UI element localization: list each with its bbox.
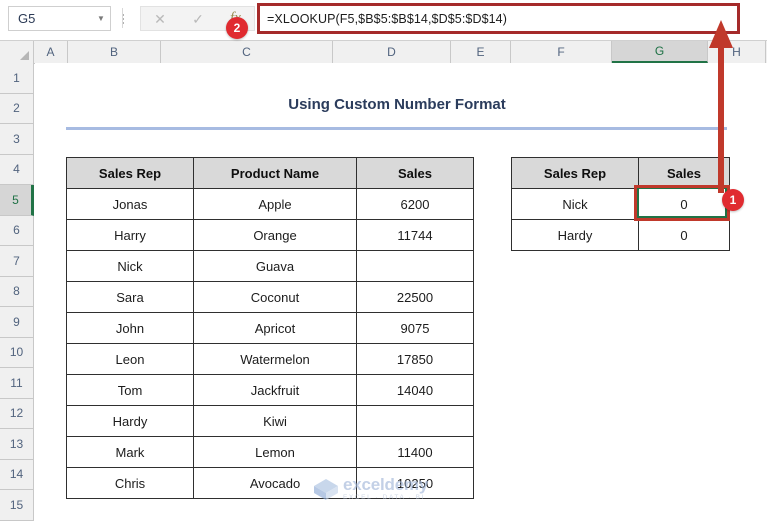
select-all-corner[interactable] — [0, 41, 34, 63]
column-header-f[interactable]: F — [511, 41, 612, 63]
table-header-row: Sales Rep Product Name Sales — [67, 158, 474, 189]
lookup-header-sales: Sales — [639, 158, 730, 189]
row-header-11[interactable]: 11 — [0, 368, 33, 399]
table-row[interactable]: Mark Lemon 11400 — [67, 437, 474, 468]
cell-product-name[interactable]: Guava — [194, 251, 357, 282]
row-header-3[interactable]: 3 — [0, 124, 33, 155]
cell-sales-rep[interactable]: Chris — [67, 468, 194, 499]
watermark: exceldemy EXCEL · DATA · BI — [313, 472, 463, 506]
cell-sales-rep[interactable]: Harry — [67, 220, 194, 251]
exceldemy-logo-icon — [313, 477, 339, 501]
table-row[interactable]: Tom Jackfruit 14040 — [67, 375, 474, 406]
cell-sales-rep[interactable]: John — [67, 313, 194, 344]
cell-sales[interactable]: 9075 — [357, 313, 474, 344]
cell-sales[interactable]: 14040 — [357, 375, 474, 406]
column-header-c[interactable]: C — [161, 41, 333, 63]
table-row[interactable]: Jonas Apple 6200 — [67, 189, 474, 220]
cell-product-name[interactable]: Apple — [194, 189, 357, 220]
row-header-9[interactable]: 9 — [0, 307, 33, 338]
cell-product-name[interactable]: Orange — [194, 220, 357, 251]
main-data-table: Sales Rep Product Name Sales Jonas Apple… — [66, 157, 474, 499]
column-header-e[interactable]: E — [451, 41, 511, 63]
page-title: Using Custom Number Format — [66, 96, 728, 113]
cell-sales[interactable]: 11400 — [357, 437, 474, 468]
table-row[interactable]: Sara Coconut 22500 — [67, 282, 474, 313]
cell-sales-rep[interactable]: Jonas — [67, 189, 194, 220]
cell-product-name[interactable]: Kiwi — [194, 406, 357, 437]
cell-sales-rep[interactable]: Mark — [67, 437, 194, 468]
cell-sales[interactable]: 17850 — [357, 344, 474, 375]
cell-sales-rep[interactable]: Sara — [67, 282, 194, 313]
more-options-icon[interactable] — [117, 10, 129, 28]
cell-sales-rep[interactable]: Tom — [67, 375, 194, 406]
lookup-header-sales-rep: Sales Rep — [512, 158, 639, 189]
column-header-b[interactable]: B — [68, 41, 161, 63]
cell-sales[interactable] — [357, 406, 474, 437]
table-row[interactable]: Harry Orange 11744 — [67, 220, 474, 251]
cell-sales-rep[interactable]: Leon — [67, 344, 194, 375]
name-box[interactable]: G5 ▼ — [8, 6, 111, 31]
row-header-2[interactable]: 2 — [0, 94, 33, 125]
table-row[interactable]: Nick Guava — [67, 251, 474, 282]
cell-lookup-sales-rep[interactable]: Hardy — [512, 220, 639, 251]
cell-sales[interactable]: 6200 — [357, 189, 474, 220]
cell-product-name[interactable]: Lemon — [194, 437, 357, 468]
column-header-g[interactable]: G — [612, 41, 708, 63]
row-header-8[interactable]: 8 — [0, 277, 33, 308]
formula-bar: G5 ▼ ✕ ✓ fx =XLOOKUP(F5,$B$5:$B$14,$D$5:… — [0, 0, 767, 41]
row-header-6[interactable]: 6 — [0, 216, 33, 247]
row-header-13[interactable]: 13 — [0, 429, 33, 460]
title-underline — [66, 127, 727, 130]
enter-icon[interactable]: ✓ — [192, 12, 204, 26]
row-header-4[interactable]: 4 — [0, 155, 33, 186]
cell-product-name[interactable]: Apricot — [194, 313, 357, 344]
row-header-5[interactable]: 5 — [0, 185, 34, 216]
watermark-name: exceldemy — [343, 476, 428, 493]
row-header-7[interactable]: 7 — [0, 246, 33, 277]
cell-product-name[interactable]: Watermelon — [194, 344, 357, 375]
cell-sales[interactable]: 11744 — [357, 220, 474, 251]
column-header-d[interactable]: D — [333, 41, 451, 63]
cell-lookup-sales[interactable]: 0 — [639, 220, 730, 251]
column-header-h[interactable]: H — [708, 41, 766, 63]
annotation-highlight-box — [634, 185, 730, 221]
table-row[interactable]: Hardy 0 — [512, 220, 730, 251]
main-header-sales-rep: Sales Rep — [67, 158, 194, 189]
select-all-triangle-icon — [20, 51, 29, 60]
cell-sales-rep[interactable]: Nick — [67, 251, 194, 282]
main-header-product-name: Product Name — [194, 158, 357, 189]
name-box-value: G5 — [9, 11, 92, 26]
table-row[interactable]: Hardy Kiwi — [67, 406, 474, 437]
annotation-badge-1: 1 — [722, 189, 744, 211]
cell-product-name[interactable]: Jackfruit — [194, 375, 357, 406]
watermark-tagline: EXCEL · DATA · BI — [343, 495, 428, 502]
cell-product-name[interactable]: Coconut — [194, 282, 357, 313]
watermark-text: exceldemy EXCEL · DATA · BI — [343, 476, 428, 502]
row-header-12[interactable]: 12 — [0, 399, 33, 430]
main-header-sales: Sales — [357, 158, 474, 189]
table-row[interactable]: John Apricot 9075 — [67, 313, 474, 344]
formula-text: =XLOOKUP(F5,$B$5:$B$14,$D$5:$D$14) — [260, 12, 507, 26]
row-header-1[interactable]: 1 — [0, 63, 33, 94]
formula-input[interactable]: =XLOOKUP(F5,$B$5:$B$14,$D$5:$D$14) — [257, 3, 740, 34]
cell-sales-rep[interactable]: Hardy — [67, 406, 194, 437]
row-headers: 1 2 3 4 5 6 7 8 9 10 11 12 13 14 15 — [0, 63, 34, 521]
annotation-badge-2: 2 — [226, 17, 248, 39]
column-header-a[interactable]: A — [34, 41, 68, 63]
divider — [122, 8, 123, 28]
row-header-15[interactable]: 15 — [0, 490, 33, 521]
column-headers: A B C D E F G H — [0, 41, 767, 64]
cancel-icon[interactable]: ✕ — [154, 12, 166, 26]
chevron-down-icon[interactable]: ▼ — [92, 15, 110, 23]
table-header-row: Sales Rep Sales — [512, 158, 730, 189]
table-row[interactable]: Leon Watermelon 17850 — [67, 344, 474, 375]
cell-sales[interactable] — [357, 251, 474, 282]
row-header-14[interactable]: 14 — [0, 460, 33, 491]
cell-sales[interactable]: 22500 — [357, 282, 474, 313]
cell-lookup-sales-rep[interactable]: Nick — [512, 189, 639, 220]
row-header-10[interactable]: 10 — [0, 338, 33, 369]
